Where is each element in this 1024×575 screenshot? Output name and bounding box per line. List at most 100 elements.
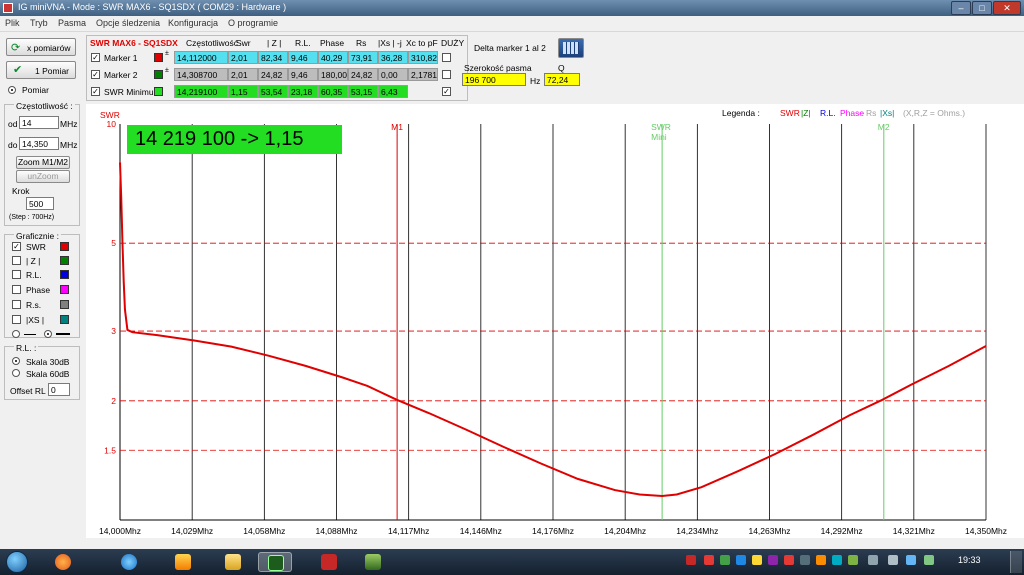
maximize-button[interactable]: □ (972, 1, 992, 15)
phase-checkbox[interactable] (12, 285, 21, 294)
swr-min-duzy-checkbox[interactable]: ✓ (442, 87, 451, 96)
z-color-swatch[interactable] (60, 256, 69, 265)
swr-color-swatch[interactable] (60, 242, 69, 251)
taskbar-explorer[interactable] (216, 552, 250, 572)
tray-icon-6[interactable] (768, 555, 778, 565)
rs-checkbox[interactable] (12, 300, 21, 309)
one-measure-label: 1 Pomiar (35, 66, 70, 76)
menu-konfiguracja[interactable]: Konfiguracja (168, 18, 218, 28)
x-tick-label: 14,321Mhz (893, 526, 935, 536)
one-measure-button[interactable]: ✔ 1 Pomiar (6, 61, 76, 79)
x-pomiarow-label: x pomiarów (27, 43, 71, 53)
marker1-stepper[interactable]: ± (165, 50, 169, 57)
tray-icon-2[interactable] (704, 555, 714, 565)
swr-data-point (737, 470, 740, 472)
zoom-m1-m2-button[interactable]: Zoom M1/M2 (16, 156, 70, 169)
marker1-z: 82,34 (258, 51, 288, 64)
do-field[interactable]: 14,350 (19, 137, 59, 150)
marker2-checkbox[interactable]: ✓ (91, 70, 100, 79)
rl-checkbox[interactable] (12, 270, 21, 279)
marker2-duzy-checkbox[interactable] (442, 70, 451, 79)
taskbar-acrobat[interactable] (312, 552, 346, 572)
swr-min-frequency: 14,219100 (174, 85, 228, 98)
marker1-rs: 73,91 (348, 51, 378, 64)
x-tick-label: 14,029Mhz (171, 526, 213, 536)
swr-min-readout: 14 219 100 -> 1,15 (127, 125, 342, 154)
skala60-radio[interactable] (12, 369, 20, 377)
tray-icon-4[interactable] (736, 555, 746, 565)
pomiar-radio[interactable] (8, 86, 16, 94)
swr-min-checkbox[interactable]: ✓ (91, 87, 100, 96)
swr-checkbox[interactable]: ✓ (12, 242, 21, 251)
z-checkbox[interactable] (12, 256, 21, 265)
swr-min-color-swatch[interactable] (154, 87, 163, 96)
offset-rl-field[interactable]: 0 (48, 383, 70, 396)
rs-color-swatch[interactable] (60, 300, 69, 309)
marker2-frequency: 14,308700 (174, 68, 228, 81)
tray-icon-1[interactable] (686, 555, 696, 565)
marker2-swr: 2,01 (228, 68, 258, 81)
swr-data-point (881, 399, 883, 401)
swr-data-point (775, 453, 777, 455)
thick-line-icon (56, 333, 70, 335)
menu-pasma[interactable]: Pasma (58, 18, 86, 28)
taskbar-media[interactable] (166, 552, 200, 572)
unzoom-button[interactable]: unZoom (16, 170, 70, 183)
bandwidth-label: Szerokość pasma (464, 63, 532, 73)
tray-icon-12[interactable] (906, 555, 916, 565)
marker1-duzy-checkbox[interactable] (442, 53, 451, 62)
marker1-color-swatch[interactable] (154, 53, 163, 62)
taskbar-app[interactable] (356, 552, 390, 572)
legend-rs: Rs (866, 108, 877, 118)
xs-checkbox[interactable] (12, 315, 21, 324)
tray-icon-13[interactable] (924, 555, 934, 565)
marker2-z: 24,82 (258, 68, 288, 81)
menu-tryb[interactable]: Tryb (30, 18, 48, 28)
od-field[interactable]: 14 (19, 116, 59, 129)
chart-area[interactable]: 14,000Mhz 14,029Mhz 14,058Mhz 14,088Mhz 14,1… (86, 104, 1024, 538)
thick-line-radio[interactable] (44, 330, 52, 338)
tray-icon-8[interactable] (800, 555, 810, 565)
rl-color-swatch[interactable] (60, 270, 69, 279)
taskbar-firefox[interactable] (46, 552, 80, 572)
start-button[interactable] (6, 551, 28, 573)
menu-plik[interactable]: Plik (5, 18, 20, 28)
tray-icon-7[interactable] (784, 555, 794, 565)
minimize-button[interactable]: – (951, 1, 971, 15)
x-pomiarow-button[interactable]: ⟳ x pomiarów (6, 38, 76, 56)
volume-icon[interactable] (888, 555, 898, 565)
marker2-rl: 9,46 (288, 68, 318, 81)
tray-icon-11[interactable] (848, 555, 858, 565)
x-tick-label: 14,117Mhz (388, 526, 429, 536)
marker2-phase: 180,00 (318, 68, 348, 81)
header-duzy: DUŻY (441, 38, 465, 48)
krok-field[interactable]: 500 (26, 197, 54, 210)
marker2-stepper[interactable]: ± (165, 67, 169, 74)
xs-color-swatch[interactable] (60, 315, 69, 324)
legend-rl: R.L. (820, 108, 836, 118)
skala30-radio[interactable] (12, 357, 20, 365)
tray-icon-3[interactable] (720, 555, 730, 565)
marker1-checkbox[interactable]: ✓ (91, 53, 100, 62)
show-desktop-button[interactable] (1010, 551, 1022, 573)
menu-bar: Plik Tryb Pasma Opcje śledzenia Konfigur… (0, 16, 1024, 32)
close-button[interactable]: ✕ (993, 1, 1021, 15)
tray-icon-5[interactable] (752, 555, 762, 565)
header-rs: Rs (356, 38, 367, 48)
menu-o-programie[interactable]: O programie (228, 18, 278, 28)
tray-icon-10[interactable] (832, 555, 842, 565)
taskbar-ie[interactable] (112, 552, 146, 572)
q-value: 72,24 (544, 73, 580, 86)
refresh-icon: ⟳ (11, 42, 21, 54)
thin-line-radio[interactable] (12, 330, 20, 338)
minivna-icon (268, 555, 284, 571)
tray-icon-9[interactable] (816, 555, 826, 565)
calculator-button[interactable] (558, 38, 584, 58)
network-icon[interactable] (868, 555, 878, 565)
taskbar-minivna[interactable] (258, 552, 292, 572)
title-bar: IG miniVNA - Mode : SWR MAX6 - SQ1SDX ( … (0, 0, 1024, 16)
phase-color-swatch[interactable] (60, 285, 69, 294)
marker2-color-swatch[interactable] (154, 70, 163, 79)
device-label: SWR MAX6 - SQ1SDX (90, 38, 178, 48)
menu-opcje[interactable]: Opcje śledzenia (96, 18, 160, 28)
